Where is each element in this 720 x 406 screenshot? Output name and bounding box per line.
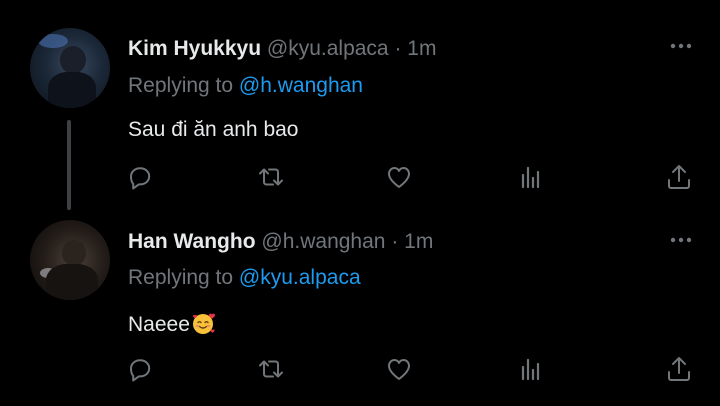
tweet-text: Naeee — [128, 310, 217, 337]
tweet-text: Sau đi ăn anh bao — [128, 118, 299, 141]
display-name[interactable]: Han Wangho — [128, 230, 256, 253]
retweet-icon[interactable] — [256, 354, 286, 384]
replying-to: Replying to @h.wanghan — [128, 74, 363, 98]
tweet-header: Han Wangho @h.wanghan · 1m — [128, 230, 433, 254]
tweet-actions — [0, 354, 720, 388]
separator-dot: · — [391, 230, 399, 253]
more-icon[interactable] — [668, 36, 694, 56]
smiling-face-with-hearts-icon — [191, 310, 217, 336]
avatar-body — [46, 264, 98, 300]
avatar-head — [60, 46, 86, 74]
share-icon[interactable] — [664, 162, 694, 192]
heart-icon[interactable] — [384, 354, 414, 384]
reply-mention-link[interactable]: @kyu.alpaca — [239, 266, 361, 289]
tweet-text-content: Naeee — [128, 313, 190, 336]
reply-icon[interactable] — [125, 162, 155, 192]
user-handle[interactable]: @kyu.alpaca — [267, 37, 389, 60]
heart-icon[interactable] — [384, 162, 414, 192]
views-icon[interactable] — [516, 354, 546, 384]
replying-label: Replying to — [128, 74, 234, 97]
replying-label: Replying to — [128, 266, 234, 289]
views-icon[interactable] — [516, 162, 546, 192]
avatar-body — [48, 72, 96, 108]
tweet-kim-hyukkyu[interactable]: Kim Hyukkyu @kyu.alpaca · 1m Replying to… — [0, 0, 720, 210]
tweet-header: Kim Hyukkyu @kyu.alpaca · 1m — [128, 37, 436, 61]
tweet-actions — [0, 162, 720, 196]
reply-mention-link[interactable]: @h.wanghan — [239, 74, 363, 97]
avatar[interactable] — [30, 28, 110, 108]
more-icon[interactable] — [668, 230, 694, 250]
separator-dot: · — [394, 37, 402, 60]
display-name[interactable]: Kim Hyukkyu — [128, 37, 261, 60]
avatar-head — [62, 240, 86, 266]
share-icon[interactable] — [664, 354, 694, 384]
avatar-light — [38, 34, 68, 48]
retweet-icon[interactable] — [256, 162, 286, 192]
reply-icon[interactable] — [125, 354, 155, 384]
timestamp[interactable]: 1m — [404, 230, 433, 253]
avatar[interactable] — [30, 220, 110, 300]
timestamp[interactable]: 1m — [407, 37, 436, 60]
user-handle[interactable]: @h.wanghan — [261, 230, 385, 253]
replying-to: Replying to @kyu.alpaca — [128, 266, 361, 290]
tweet-han-wangho[interactable]: Han Wangho @h.wanghan · 1m Replying to @… — [0, 200, 720, 406]
